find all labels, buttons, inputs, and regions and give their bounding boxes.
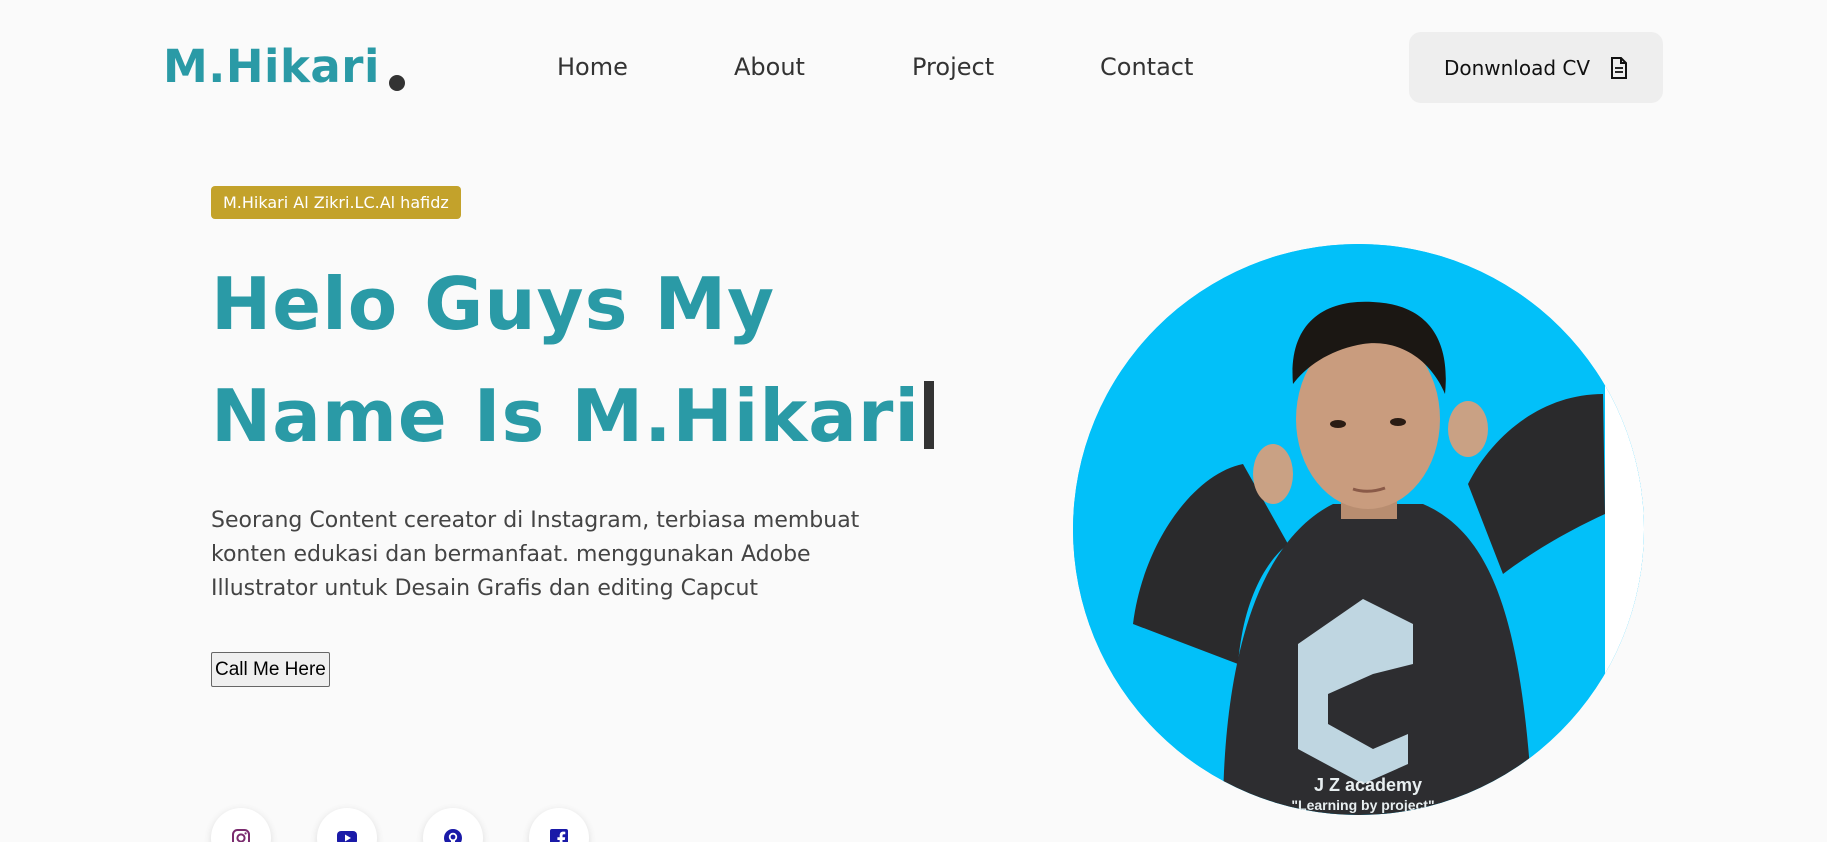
profile-photo: J Z academy "Learning by project" bbox=[1073, 244, 1644, 815]
nav-about[interactable]: About bbox=[734, 53, 912, 81]
github-icon bbox=[444, 829, 462, 842]
nav-contact[interactable]: Contact bbox=[1100, 53, 1193, 81]
hero-title: Helo Guys My Name Is M.Hikari bbox=[211, 248, 971, 472]
hero-description: Seorang Content cereator di Instagram, t… bbox=[211, 504, 911, 606]
site-header: M.Hikari Home About Project Contact Donw… bbox=[0, 0, 1827, 137]
facebook-link[interactable] bbox=[529, 808, 589, 842]
profile-illustration: J Z academy "Learning by project" bbox=[1073, 244, 1644, 815]
logo-text: M.Hikari bbox=[163, 40, 380, 93]
document-icon bbox=[1611, 56, 1628, 79]
name-badge: M.Hikari Al Zikri.LC.Al hafidz bbox=[211, 186, 461, 219]
download-cv-button[interactable]: Donwnload CV bbox=[1409, 32, 1663, 103]
hero-title-line2: Name Is M.Hikari bbox=[211, 374, 921, 458]
social-links bbox=[211, 808, 589, 842]
description-line: Seorang Content cereator di Instagram, t… bbox=[211, 508, 860, 533]
logo[interactable]: M.Hikari bbox=[163, 40, 405, 93]
shirt-text-line2: "Learning by project" bbox=[1291, 797, 1434, 813]
youtube-link[interactable] bbox=[317, 808, 377, 842]
call-me-button[interactable]: Call Me Here bbox=[211, 652, 330, 687]
shirt-text-line1: J Z academy bbox=[1314, 775, 1422, 795]
instagram-link[interactable] bbox=[211, 808, 271, 842]
download-cv-label: Donwnload CV bbox=[1443, 55, 1591, 80]
typing-caret bbox=[924, 381, 935, 449]
instagram-icon bbox=[232, 829, 250, 842]
hero-title-line1: Helo Guys My bbox=[211, 262, 776, 346]
description-line: Illustrator untuk Desain Grafis dan edit… bbox=[211, 576, 759, 601]
facebook-icon bbox=[550, 829, 568, 842]
nav-project[interactable]: Project bbox=[912, 53, 1100, 81]
nav-home[interactable]: Home bbox=[557, 53, 734, 81]
main-nav: Home About Project Contact bbox=[557, 53, 1193, 81]
logo-dot bbox=[388, 75, 405, 91]
description-line: konten edukasi dan bermanfaat. menggunak… bbox=[211, 542, 811, 567]
github-link[interactable] bbox=[423, 808, 483, 842]
youtube-icon bbox=[337, 831, 357, 842]
